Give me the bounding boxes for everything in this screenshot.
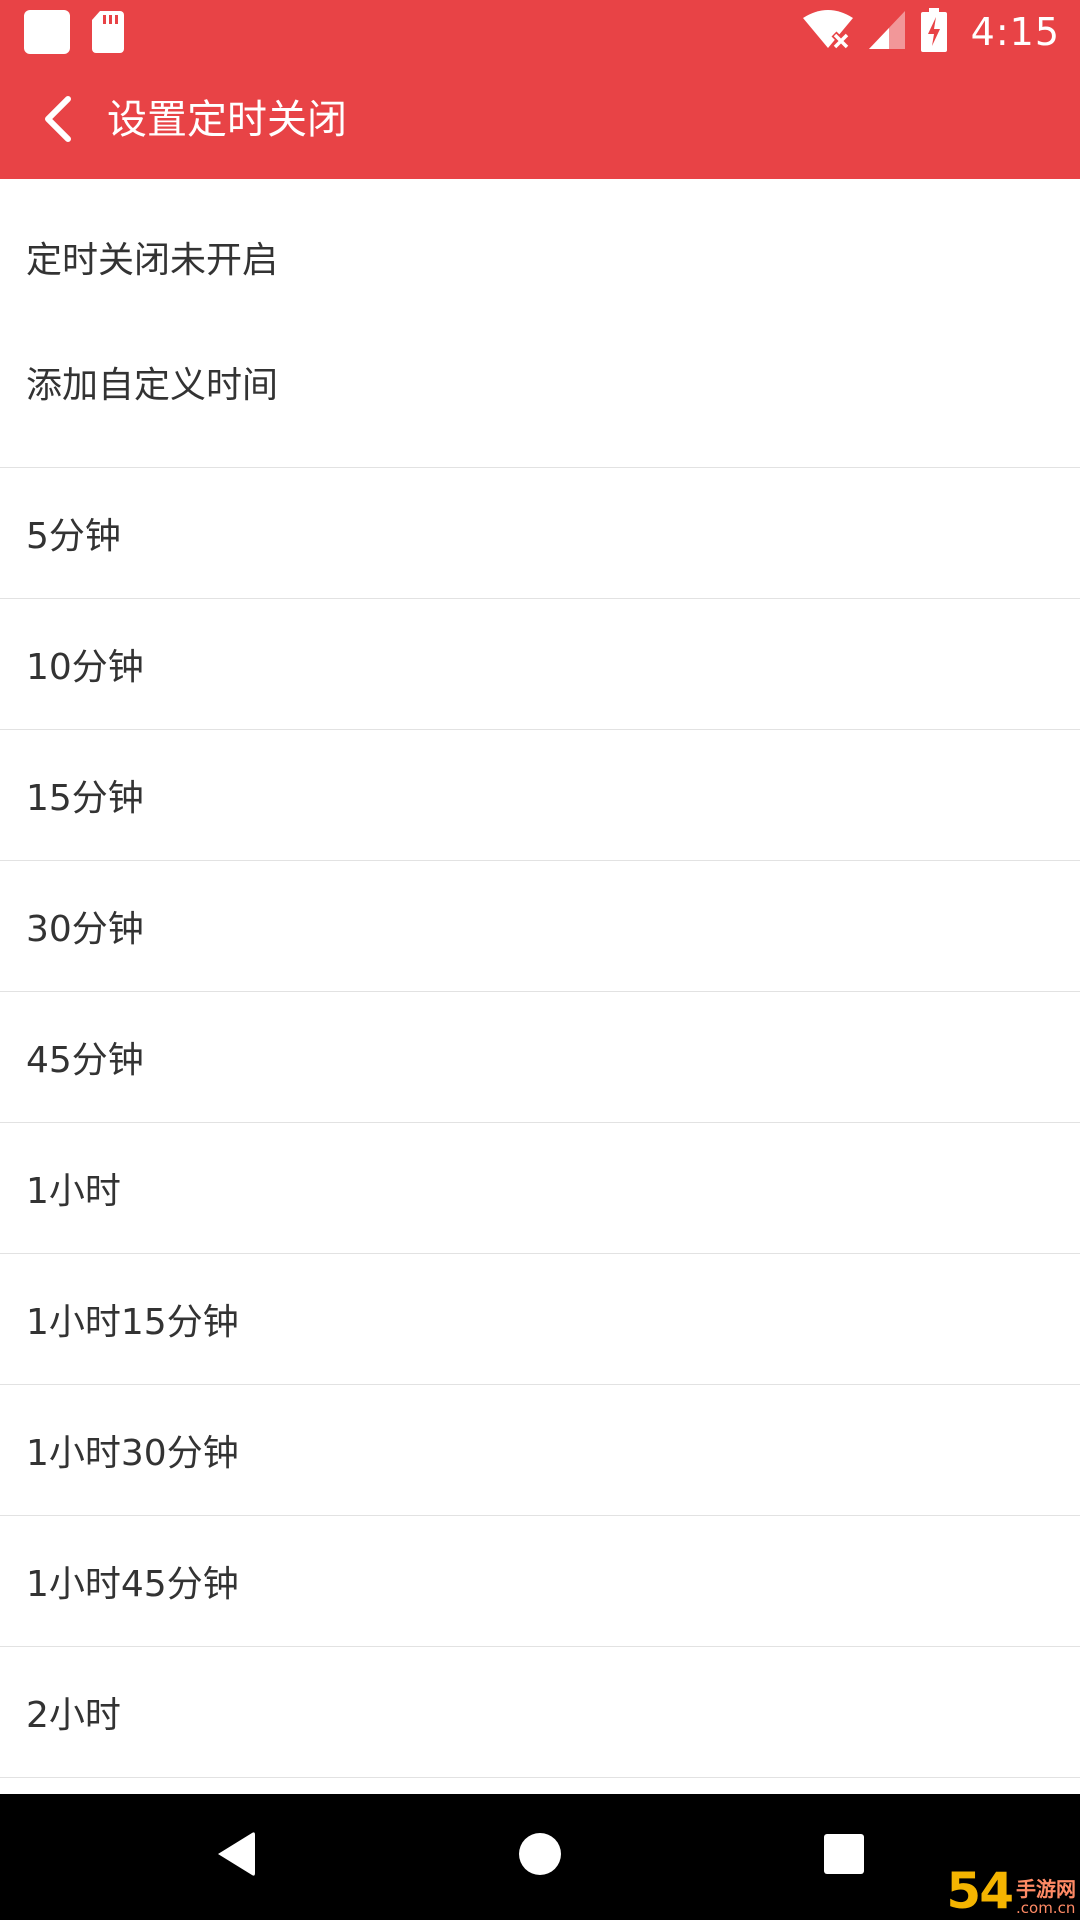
list-item[interactable]: 15分钟 [0, 730, 1080, 861]
watermark-number: 54 [946, 1862, 1014, 1920]
list-item[interactable]: 10分钟 [0, 599, 1080, 730]
list-item-add-custom-time[interactable]: 添加自定义时间 [0, 324, 1080, 468]
battery-charging-icon [920, 8, 947, 56]
list-item-timer-status[interactable]: 定时关闭未开启 [0, 179, 1080, 324]
watermark-logo: 54 手游网 .com.cn [946, 1866, 1076, 1916]
chevron-left-icon [41, 96, 75, 146]
list-item-label: 2小时 [26, 1695, 121, 1736]
navigation-bar: 54 手游网 .com.cn [0, 1794, 1080, 1920]
list-item-label: 1小时30分钟 [26, 1433, 239, 1474]
square-recents-icon [823, 1833, 865, 1879]
watermark-text: 手游网 .com.cn [1016, 1878, 1076, 1916]
status-bar: 4:15 [0, 0, 1080, 63]
app-bar: 设置定时关闭 [0, 63, 1080, 179]
list-item-label: 1小时15分钟 [26, 1302, 239, 1343]
list-item[interactable]: 1小时15分钟 [0, 1254, 1080, 1385]
nav-recents-button[interactable] [802, 1814, 886, 1898]
timer-options-list: 定时关闭未开启 添加自定义时间 5分钟 10分钟 15分钟 30分钟 45分钟 … [0, 179, 1080, 1778]
status-bar-left [24, 10, 124, 54]
list-item-label: 45分钟 [26, 1040, 144, 1081]
screen: 4:15 设置定时关闭 定时关闭未开启 添加自定义时间 5分钟 10分钟 15分… [0, 0, 1080, 1920]
watermark-url: .com.cn [1016, 1899, 1076, 1917]
watermark-cn: 手游网 [1016, 1877, 1076, 1901]
circle-home-icon [518, 1832, 562, 1880]
list-item[interactable]: 1小时45分钟 [0, 1516, 1080, 1647]
list-item[interactable]: 1小时 [0, 1123, 1080, 1254]
sd-card-icon [92, 11, 124, 53]
list-item-label: 5分钟 [26, 516, 121, 557]
list-item-label: 15分钟 [26, 778, 144, 819]
page-title: 设置定时关闭 [107, 97, 347, 143]
back-button[interactable] [26, 89, 90, 153]
list-item[interactable]: 1小时30分钟 [0, 1385, 1080, 1516]
list-item[interactable]: 2小时 [0, 1647, 1080, 1778]
list-item-label: 30分钟 [26, 909, 144, 950]
nav-home-button[interactable] [498, 1814, 582, 1898]
list-item-label: 10分钟 [26, 647, 144, 688]
list-item[interactable]: 5分钟 [0, 468, 1080, 599]
list-item[interactable]: 45分钟 [0, 992, 1080, 1123]
notification-square-icon [24, 10, 70, 54]
triangle-back-icon [214, 1829, 258, 1883]
status-bar-right: 4:15 [802, 6, 1060, 58]
list-item-label: 添加自定义时间 [26, 365, 279, 406]
list-item-label: 定时关闭未开启 [26, 240, 279, 281]
list-item-label: 1小时45分钟 [26, 1564, 239, 1605]
status-time: 4:15 [970, 10, 1060, 54]
list-item[interactable]: 30分钟 [0, 861, 1080, 992]
list-item-label: 1小时 [26, 1171, 121, 1212]
wifi-off-icon [802, 10, 853, 54]
nav-back-button[interactable] [194, 1814, 278, 1898]
cellular-signal-icon [868, 11, 905, 53]
